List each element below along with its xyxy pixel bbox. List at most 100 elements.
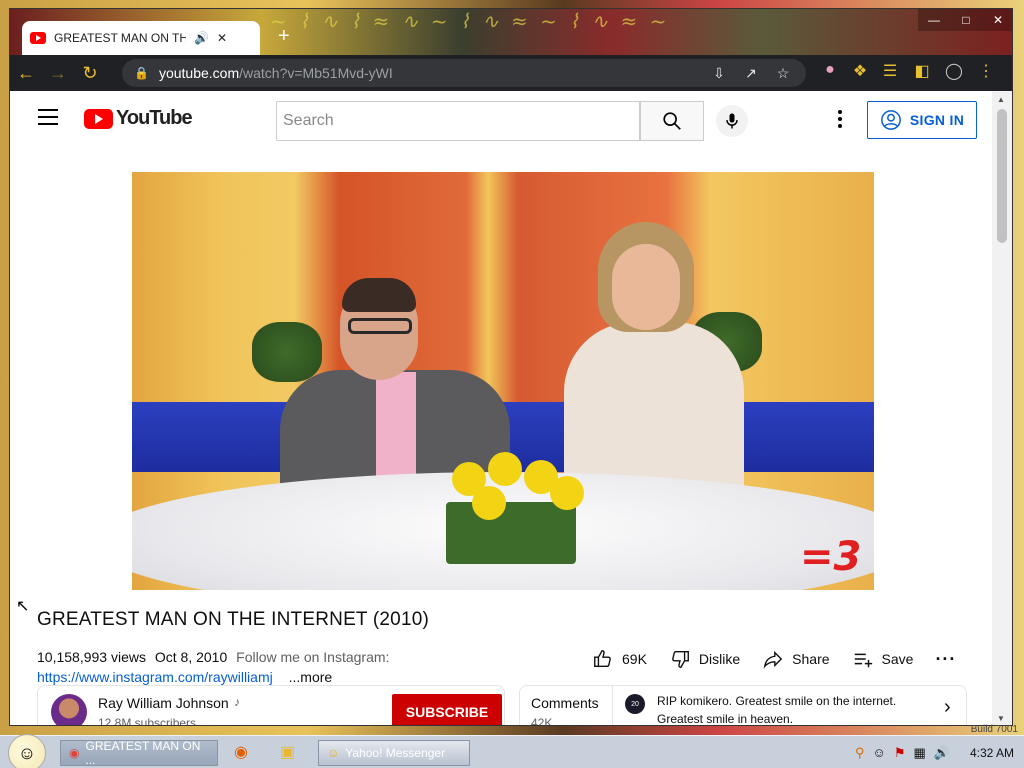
messenger-tray-icon[interactable]: ☺ [873,745,886,760]
instagram-link[interactable]: https://www.instagram.com/raywilliamj [37,669,273,685]
youtube-logo[interactable]: YouTube [84,107,193,130]
video-watermark: =3 [800,534,862,580]
flag-extension-icon[interactable]: ● [818,61,842,79]
reload-icon[interactable]: ↻ [74,57,106,89]
subscriber-count: 12.8M subscribers [98,716,197,726]
clock[interactable]: 4:32 AM [970,746,1014,760]
start-button[interactable]: ☺ [8,734,46,768]
thumbs-up-icon [594,650,611,668]
folder-icon[interactable]: ▣ [280,742,295,762]
share-label: Share [792,651,830,667]
comments-teaser[interactable]: Comments 42K 20 RIP komikero. Greatest s… [519,685,967,726]
flag-tray-icon[interactable]: ⚑ [894,745,906,761]
close-tab-icon[interactable]: ✕ [217,31,227,45]
dislike-button[interactable]: Dislike [669,648,740,670]
browser-window: ~ ⌇ ∿ ⌇ ≈ ∿ ~ ⌇ ∿ ≈ ~ ⌇ ∿ ≈ ~ GREATEST M… [9,8,1013,726]
like-button[interactable]: 69K [592,648,647,670]
maximize-icon[interactable]: □ [950,9,982,31]
commenter-avatar: 20 [625,694,645,714]
video-player[interactable]: =3 [132,172,874,590]
taskbar-chrome-button[interactable]: ◉ GREATEST MAN ON ... [60,739,218,767]
address-bar[interactable]: 🔒 youtube.com/watch?v=Mb51Mvd-yWI ⇩ ↗ ☆ [122,59,806,87]
account-icon [880,110,901,130]
save-label: Save [881,651,914,667]
mouse-cursor-icon: ↖ [16,598,30,615]
build-watermark: Build 7001 [970,724,1018,735]
channel-name[interactable]: Ray William Johnson [98,695,229,711]
sign-in-label: SIGN IN [909,112,965,128]
search-input[interactable] [276,101,640,141]
new-tab-icon[interactable]: + [278,25,290,48]
page-scrollbar[interactable]: ▲ ▼ [992,91,1012,725]
taskbar-messenger-label: Yahoo! Messenger [345,746,446,760]
more-actions-icon[interactable]: ··· [935,649,956,670]
taskbar: ☺ ◉ GREATEST MAN ON ... ◉ ▣ ☺ Yahoo! Mes… [0,734,1024,768]
share-arrow-icon [763,650,783,669]
music-note-icon: ♪ [234,695,240,709]
network-tray-icon[interactable]: ▦ [913,745,925,761]
thumbs-down-icon [672,650,689,668]
firefox-icon[interactable]: ◉ [234,742,248,762]
top-comment-text: RIP komikero. Greatest smile on the inte… [657,694,897,726]
video-actions: 69K Dislike Share Save ··· [592,647,978,671]
volume-tray-icon[interactable]: 🔊 [934,745,950,761]
scrollbar-thumb[interactable] [997,109,1007,243]
microphone-icon [726,113,738,129]
browser-menu-icon[interactable]: ⋮ [974,61,998,81]
tab-title: GREATEST MAN ON THE INTERNET (2010) [54,31,186,45]
minimize-icon[interactable]: — [918,9,950,31]
like-count: 69K [622,651,647,667]
taskbar-messenger-button[interactable]: ☺ Yahoo! Messenger [318,740,470,766]
description-text: Follow me on Instagram: [236,649,390,665]
url-text[interactable]: youtube.com/watch?v=Mb51Mvd-yWI [159,65,698,81]
comments-divider [612,686,613,725]
scroll-down-icon[interactable]: ▼ [997,714,1005,723]
media-queue-icon[interactable]: ☰ [878,61,902,81]
smiley-start-icon: ☺ [17,742,37,763]
view-count: 10,158,993 views [37,649,146,665]
search-tray-icon[interactable]: ⚲ [855,745,865,761]
youtube-play-icon [84,108,113,129]
comments-count: 42K [531,716,553,726]
search-button[interactable] [640,101,704,141]
channel-avatar[interactable] [51,694,87,725]
search-icon [663,112,681,130]
settings-menu-icon[interactable] [832,107,848,131]
share-page-icon[interactable]: ↗ [740,65,762,82]
youtube-page: YouTube SIGN IN [10,91,994,726]
comments-label: Comments [531,695,599,711]
video-description[interactable]: 10,158,993 views Oct 8, 2010 Follow me o… [37,647,397,687]
close-window-icon[interactable]: ✕ [982,9,1012,31]
show-more-button[interactable]: ...more [289,669,333,685]
messenger-smiley-icon: ☺ [327,746,340,760]
video-frame-female-host [564,222,754,522]
back-arrow-icon[interactable]: ← [10,57,42,89]
side-panel-icon[interactable]: ◧ [910,61,934,81]
chrome-icon: ◉ [69,746,80,760]
install-app-icon[interactable]: ⇩ [708,65,730,82]
subscribe-button[interactable]: SUBSCRIBE [392,694,502,725]
extensions-puzzle-icon[interactable]: ❖ [848,61,872,81]
bookmark-star-icon[interactable]: ☆ [772,65,794,82]
video-frame-flowers [432,452,592,564]
browser-tab[interactable]: GREATEST MAN ON THE INTERNET (2010) 🔊 ✕ [22,21,260,55]
save-button[interactable]: Save [852,648,914,670]
chevron-right-icon[interactable]: › [944,696,951,719]
dislike-label: Dislike [698,651,741,667]
hamburger-menu-icon[interactable] [38,109,58,125]
sign-in-button[interactable]: SIGN IN [867,101,977,139]
taskbar-chrome-label: GREATEST MAN ON ... [85,739,201,767]
voice-search-button[interactable] [716,105,748,137]
theme-artwork: ~ ⌇ ∿ ⌇ ≈ ∿ ~ ⌇ ∿ ≈ ~ ⌇ ∿ ≈ ~ [270,9,670,33]
speaker-icon[interactable]: 🔊 [194,31,209,45]
forward-arrow-icon[interactable]: → [42,57,74,89]
channel-card: Ray William Johnson ♪ 12.8M subscribers … [37,685,505,726]
scroll-up-icon[interactable]: ▲ [997,95,1005,104]
add-to-playlist-icon [854,653,872,668]
profile-avatar-icon[interactable]: ◯ [942,61,966,81]
youtube-favicon-icon [30,32,46,44]
tab-strip: ~ ⌇ ∿ ⌇ ≈ ∿ ~ ⌇ ∿ ≈ ~ ⌇ ∿ ≈ ~ GREATEST M… [10,9,1012,55]
video-title: GREATEST MAN ON THE INTERNET (2010) [37,609,430,630]
share-button[interactable]: Share [762,648,830,670]
lock-icon[interactable]: 🔒 [134,66,149,80]
